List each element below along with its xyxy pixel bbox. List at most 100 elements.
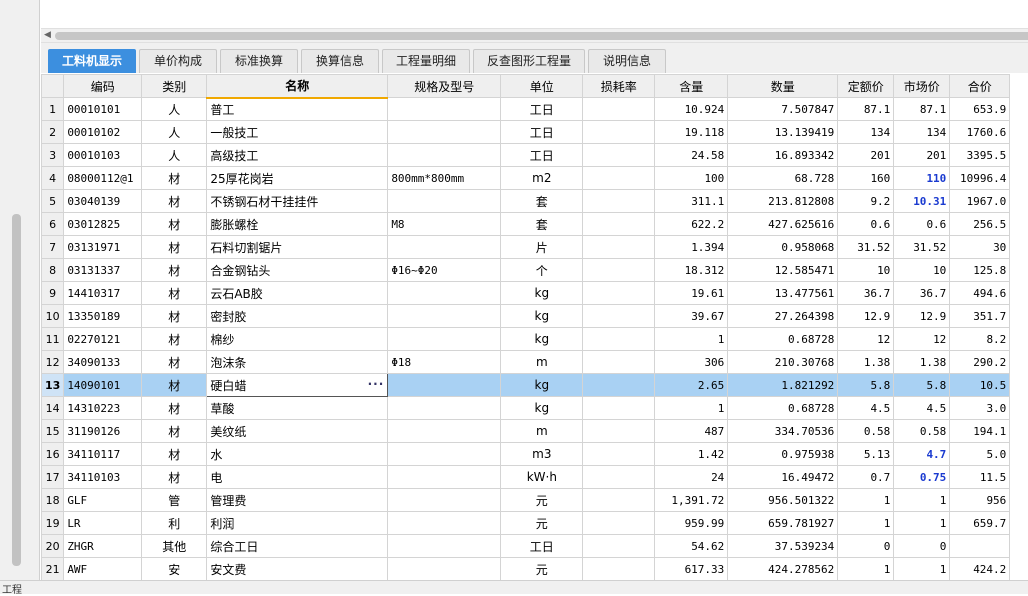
cell-content[interactable]: 54.62 — [654, 534, 729, 558]
cell-market-price[interactable]: 12.9 — [893, 304, 951, 328]
cell-code[interactable]: 14310223 — [63, 396, 143, 420]
cell-category[interactable]: 利 — [141, 511, 208, 535]
column-header-quantity[interactable]: 数量 — [727, 74, 839, 98]
cell-total[interactable] — [949, 534, 1011, 558]
table-row[interactable]: 16 34110117 材 水 m3 1.42 0.975938 5.13 4.7 5.0 — [41, 442, 1011, 466]
cell-spec[interactable] — [387, 143, 502, 167]
cell-market-price[interactable]: 10.31 — [893, 189, 951, 213]
cell-spec[interactable] — [387, 488, 502, 512]
cell-content[interactable]: 10.924 — [654, 97, 729, 121]
table-row[interactable]: 18 GLF 管 管理费 元 1,391.72 956.501322 1 1 956 — [41, 488, 1011, 512]
cell-spec[interactable] — [387, 97, 502, 121]
tab-standard-conversion[interactable]: 标准换算 — [220, 49, 298, 73]
cell-spec[interactable]: Φ16~Φ20 — [387, 258, 502, 282]
cell-total[interactable]: 11.5 — [949, 465, 1011, 489]
cell-unit[interactable]: 片 — [500, 235, 584, 259]
table-row[interactable]: 5 03040139 材 不锈钢石材干挂挂件 套 311.1 213.812808 9.2 10… — [41, 189, 1011, 213]
cell-unit[interactable]: kg — [500, 281, 584, 305]
cell-name[interactable]: 石料切割锯片 — [206, 235, 389, 259]
cell-content[interactable]: 1 — [654, 327, 729, 351]
table-row[interactable]: 15 31190126 材 美纹纸 m 487 334.70536 0.58 0.58 194.1 — [41, 419, 1011, 443]
cell-code[interactable]: 13350189 — [63, 304, 143, 328]
cell-unit[interactable]: kW·h — [500, 465, 584, 489]
cell-category[interactable]: 材 — [141, 212, 208, 236]
table-row[interactable]: 12 34090133 材 泡沫条 Φ18 m 306 210.30768 1.38 1.38 29… — [41, 350, 1011, 374]
cell-code[interactable]: GLF — [63, 488, 143, 512]
cell-spec[interactable] — [387, 534, 502, 558]
cell-name[interactable]: 泡沫条 — [206, 350, 389, 374]
table-row[interactable]: 6 03012825 材 膨胀螺栓 M8 套 622.2 427.625616 0.6 0.6 25… — [41, 212, 1011, 236]
cell-name[interactable]: 硬白蜡 ··· — [206, 373, 389, 397]
cell-content[interactable]: 306 — [654, 350, 729, 374]
cell-name[interactable]: 美纹纸 — [206, 419, 389, 443]
cell-unit[interactable]: m — [500, 350, 584, 374]
column-header-spec[interactable]: 规格及型号 — [387, 74, 502, 98]
table-row[interactable]: 4 08000112@1 材 25厚花岗岩 800mm*800mm m2 100 68.728… — [41, 166, 1011, 190]
cell-name[interactable]: 管理费 — [206, 488, 389, 512]
cell-code[interactable]: 03040139 — [63, 189, 143, 213]
table-row[interactable]: 20 ZHGR 其他 综合工日 工日 54.62 37.539234 0 0 — [41, 534, 1011, 558]
table-row[interactable]: 17 34110103 材 电 kW·h 24 16.49472 0.7 0.75 11.5 — [41, 465, 1011, 489]
table-row[interactable]: 1 00010101 人 普工 工日 10.924 7.507847 87.1 87.1 653.… — [41, 97, 1011, 121]
tab-labor-material-machine[interactable]: 工料机显示 — [48, 49, 136, 73]
cell-quota-price[interactable]: 201 — [837, 143, 895, 167]
cell-code[interactable]: 00010103 — [63, 143, 143, 167]
cell-code[interactable]: 34090133 — [63, 350, 143, 374]
cell-code[interactable]: 14090101 — [63, 373, 143, 397]
cell-category[interactable]: 其他 — [141, 534, 208, 558]
cell-unit[interactable]: m3 — [500, 442, 584, 466]
cell-total[interactable]: 3395.5 — [949, 143, 1011, 167]
cell-quantity[interactable]: 16.893342 — [727, 143, 839, 167]
cell-category[interactable]: 材 — [141, 442, 208, 466]
cell-unit[interactable]: kg — [500, 396, 584, 420]
cell-loss-rate[interactable] — [582, 235, 656, 259]
cell-loss-rate[interactable] — [582, 465, 656, 489]
cell-market-price[interactable]: 1 — [893, 557, 951, 580]
cell-loss-rate[interactable] — [582, 419, 656, 443]
cell-category[interactable]: 材 — [141, 373, 208, 397]
cell-unit[interactable]: 元 — [500, 557, 584, 580]
cell-quota-price[interactable]: 12.9 — [837, 304, 895, 328]
table-row[interactable]: 10 13350189 材 密封胶 kg 39.67 27.264398 12.9 12.9 35… — [41, 304, 1011, 328]
cell-market-price[interactable]: 1 — [893, 511, 951, 535]
cell-name[interactable]: 综合工日 — [206, 534, 389, 558]
cell-name[interactable]: 普工 — [206, 97, 389, 121]
cell-quantity[interactable]: 13.139419 — [727, 120, 839, 144]
cell-unit[interactable]: 套 — [500, 212, 584, 236]
cell-market-price[interactable]: 201 — [893, 143, 951, 167]
cell-market-price[interactable]: 0.58 — [893, 419, 951, 443]
cell-quantity[interactable]: 424.278562 — [727, 557, 839, 580]
cell-category[interactable]: 材 — [141, 419, 208, 443]
cell-category[interactable]: 人 — [141, 97, 208, 121]
scroll-left-arrow-icon[interactable]: ◀ — [44, 30, 51, 40]
cell-quantity[interactable]: 334.70536 — [727, 419, 839, 443]
cell-loss-rate[interactable] — [582, 396, 656, 420]
cell-spec[interactable] — [387, 419, 502, 443]
cell-total[interactable]: 30 — [949, 235, 1011, 259]
cell-loss-rate[interactable] — [582, 442, 656, 466]
cell-quantity[interactable]: 1.821292 — [727, 373, 839, 397]
cell-quantity[interactable]: 37.539234 — [727, 534, 839, 558]
cell-content[interactable]: 39.67 — [654, 304, 729, 328]
cell-name[interactable]: 云石AB胶 — [206, 281, 389, 305]
cell-unit[interactable]: 套 — [500, 189, 584, 213]
cell-unit[interactable]: m — [500, 419, 584, 443]
cell-code[interactable]: 03012825 — [63, 212, 143, 236]
column-header-total[interactable]: 合价 — [949, 74, 1011, 98]
table-row[interactable]: 3 00010103 人 高级技工 工日 24.58 16.893342 201 201 3395… — [41, 143, 1011, 167]
cell-total[interactable]: 494.6 — [949, 281, 1011, 305]
cell-spec[interactable] — [387, 120, 502, 144]
cell-name[interactable]: 棉纱 — [206, 327, 389, 351]
cell-unit[interactable]: 工日 — [500, 143, 584, 167]
cell-name[interactable]: 水 — [206, 442, 389, 466]
cell-category[interactable]: 材 — [141, 396, 208, 420]
cell-category[interactable]: 管 — [141, 488, 208, 512]
table-row[interactable]: 8 03131337 材 合金钢钻头 Φ16~Φ20 个 18.312 12.585471 10… — [41, 258, 1011, 282]
cell-unit[interactable]: 元 — [500, 488, 584, 512]
cell-name[interactable]: 不锈钢石材干挂挂件 — [206, 189, 389, 213]
cell-market-price[interactable]: 134 — [893, 120, 951, 144]
cell-quota-price[interactable]: 134 — [837, 120, 895, 144]
cell-quantity[interactable]: 0.68728 — [727, 396, 839, 420]
cell-content[interactable]: 617.33 — [654, 557, 729, 580]
column-header-category[interactable]: 类别 — [141, 74, 208, 98]
